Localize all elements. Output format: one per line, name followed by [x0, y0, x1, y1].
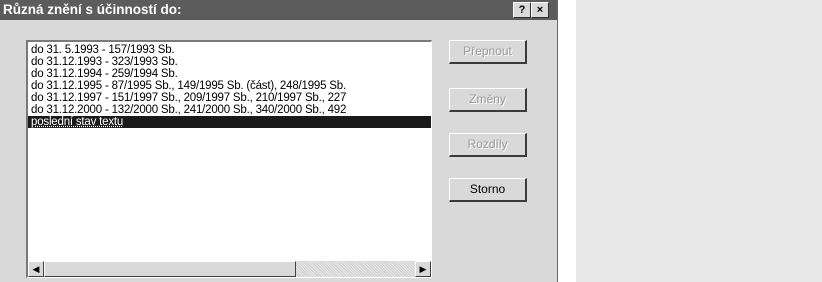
- cancel-button[interactable]: Storno: [449, 178, 527, 202]
- scroll-right-arrow-icon[interactable]: ▶: [415, 261, 431, 277]
- help-button[interactable]: ?: [513, 2, 531, 18]
- list-item[interactable]: do 31.12.1997 - 151/1997 Sb., 209/1997 S…: [28, 92, 431, 104]
- switch-button[interactable]: Přepnout: [449, 40, 527, 64]
- side-panel: [576, 0, 822, 282]
- list-item[interactable]: do 31.12.1994 - 259/1994 Sb.: [28, 68, 431, 80]
- list-item[interactable]: do 31.12.1993 - 323/1993 Sb.: [28, 56, 431, 68]
- version-listbox[interactable]: do 31. 5.1993 - 157/1993 Sb. do 31.12.19…: [26, 40, 432, 278]
- scroll-thumb[interactable]: [44, 261, 296, 277]
- changes-button[interactable]: Změny: [449, 88, 527, 112]
- dialog-title: Různá znění s účinností do:: [3, 2, 182, 17]
- horizontal-scrollbar[interactable]: ◀ ▶: [28, 261, 431, 277]
- list-item[interactable]: do 31. 5.1993 - 157/1993 Sb.: [28, 44, 431, 56]
- close-button[interactable]: ×: [531, 2, 549, 18]
- list-item[interactable]: do 31.12.2000 - 132/2000 Sb., 241/2000 S…: [28, 104, 431, 116]
- dialog-window: Různá znění s účinností do: ? × do 31. 5…: [0, 0, 558, 282]
- scroll-left-arrow-icon[interactable]: ◀: [28, 261, 44, 277]
- version-list: do 31. 5.1993 - 157/1993 Sb. do 31.12.19…: [28, 44, 431, 128]
- list-item-selected[interactable]: poslední stav textu: [28, 116, 431, 128]
- list-item[interactable]: do 31.12.1995 - 87/1995 Sb., 149/1995 Sb…: [28, 80, 431, 92]
- title-bar[interactable]: Různá znění s účinností do: ? ×: [0, 0, 557, 20]
- differences-button[interactable]: Rozdíly: [449, 133, 527, 157]
